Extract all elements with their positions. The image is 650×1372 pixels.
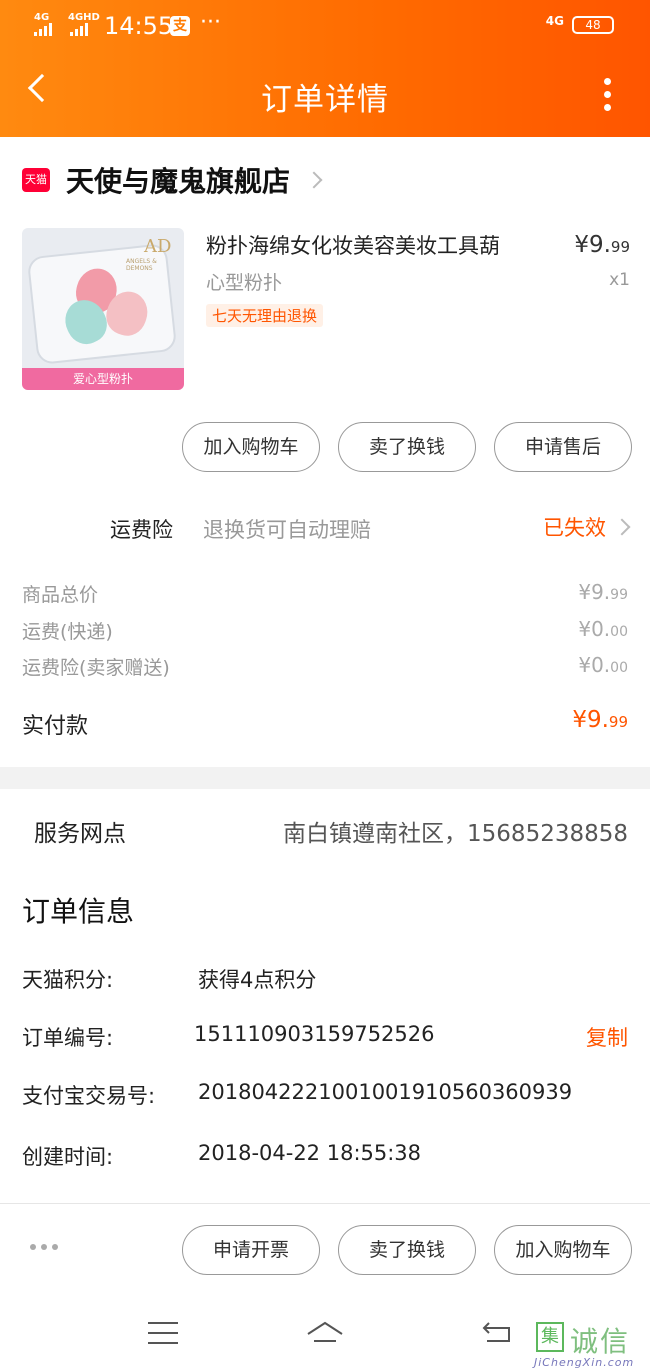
product-thumbnail[interactable]: AD ANGELS & DEMONS 爱心型粉扑	[22, 228, 184, 390]
network-label-3: 4G	[545, 14, 564, 28]
cost-value: ¥9.99	[578, 580, 628, 604]
alipay-trade-label: 支付宝交易号:	[22, 1084, 156, 1108]
return-policy-tag: 七天无理由退换	[206, 304, 324, 327]
insurance-status-text: 已失效	[543, 516, 606, 540]
sell-button[interactable]: 卖了换钱	[338, 422, 476, 472]
chevron-right-icon	[613, 518, 631, 536]
sell-button-bottom[interactable]: 卖了换钱	[338, 1225, 476, 1275]
status-more-icon: ···	[200, 10, 221, 35]
back-nav-icon[interactable]	[481, 1320, 513, 1344]
chevron-right-icon	[305, 171, 323, 189]
insurance-label: 运费险	[110, 518, 173, 542]
watermark-mark: 集	[536, 1322, 564, 1352]
service-point-label: 服务网点	[34, 821, 126, 847]
paid-label: 实付款	[22, 714, 89, 739]
add-to-cart-button[interactable]: 加入购物车	[182, 422, 320, 472]
menu-icon[interactable]	[148, 1322, 178, 1352]
invoice-button[interactable]: 申请开票	[182, 1225, 320, 1275]
status-time: 14:55	[104, 12, 174, 40]
network-label-1: 4G	[34, 12, 50, 23]
signal-icon-2	[70, 23, 88, 36]
section-divider	[0, 767, 650, 789]
cost-label: 商品总价	[22, 584, 99, 606]
product-price: ¥9.99	[574, 232, 630, 258]
shop-name[interactable]: 天使与魔鬼旗舰店	[66, 160, 290, 200]
app-header: 4G 4GHD 14:55 支 ··· 4G 48 订单详情	[0, 0, 650, 137]
cost-row-total: 商品总价 ¥9.99	[22, 580, 628, 610]
insurance-desc: 退换货可自动理赔	[203, 518, 371, 542]
add-to-cart-button-bottom[interactable]: 加入购物车	[494, 1225, 632, 1275]
cost-row-insurance: 运费险(卖家赠送) ¥0.00	[22, 653, 628, 683]
cost-row-shipping: 运费(快递) ¥0.00	[22, 617, 628, 647]
cost-value: ¥0.00	[578, 617, 628, 641]
home-icon[interactable]	[306, 1320, 344, 1344]
site-watermark-logo: 集 诚信 JiChengXin.com	[530, 1318, 650, 1372]
order-number-label: 订单编号:	[22, 1026, 114, 1050]
more-vertical-icon[interactable]	[604, 78, 612, 117]
page-title: 订单详情	[261, 82, 389, 118]
after-sale-button[interactable]: 申请售后	[494, 422, 632, 472]
watermark-text: 诚信	[570, 1325, 631, 1358]
bottom-divider	[0, 1203, 650, 1204]
product-quantity: x1	[609, 270, 630, 290]
brand-logo: AD	[144, 236, 172, 257]
created-time-label: 创建时间:	[22, 1145, 114, 1169]
copy-order-number-button[interactable]: 复制	[586, 1022, 628, 1052]
signal-icon	[34, 23, 52, 36]
cost-label: 运费险(卖家赠送)	[22, 657, 170, 679]
shop-row[interactable]: 天猫 天使与魔鬼旗舰店	[22, 160, 323, 200]
cost-label: 运费(快递)	[22, 621, 113, 643]
paid-value: ¥9.99	[572, 707, 628, 733]
points-value: 获得4点积分	[198, 968, 317, 992]
insurance-status[interactable]: 已失效	[543, 512, 631, 542]
service-point-value: 南白镇遵南社区，15685238858	[283, 821, 628, 847]
cost-value: ¥0.00	[578, 653, 628, 677]
thumbnail-ribbon: 爱心型粉扑	[22, 368, 184, 390]
brand-logo-sub: ANGELS & DEMONS	[126, 258, 157, 272]
created-time-value: 2018-04-22 18:55:38	[198, 1141, 422, 1165]
status-bar: 4G 4GHD 14:55 支 ··· 4G 48	[34, 10, 616, 44]
watermark-url: JiChengXin.com	[534, 1356, 635, 1369]
alipay-trade-value: 2018042221001001910560360939	[198, 1080, 573, 1104]
order-info-title: 订单信息	[22, 895, 135, 928]
product-name[interactable]: 粉扑海绵女化妆美容美妆工具葫	[206, 230, 546, 260]
tmall-badge-icon: 天猫	[22, 168, 50, 192]
battery-level: 48	[585, 18, 601, 32]
order-number-value: 1511109031597525​26	[194, 1022, 435, 1046]
battery-icon: 48	[572, 16, 614, 34]
more-horizontal-icon[interactable]	[30, 1244, 58, 1250]
network-label-2: 4GHD	[68, 12, 100, 23]
points-label: 天猫积分:	[22, 968, 114, 992]
product-sku: 心型粉扑	[206, 272, 283, 294]
alipay-icon: 支	[170, 16, 190, 36]
